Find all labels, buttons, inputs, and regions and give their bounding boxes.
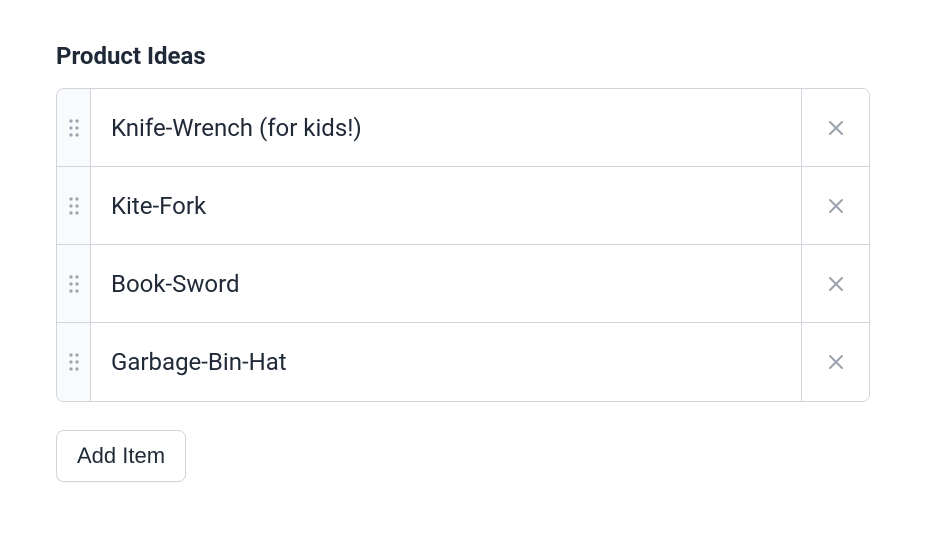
drag-handle-icon[interactable]: [57, 245, 91, 322]
section-title: Product Ideas: [56, 42, 870, 70]
remove-item-button[interactable]: [801, 167, 869, 244]
remove-item-button[interactable]: [801, 89, 869, 166]
list-item-label: Kite-Fork: [91, 167, 801, 244]
drag-handle-icon[interactable]: [57, 167, 91, 244]
remove-item-button[interactable]: [801, 245, 869, 322]
list-item: Garbage-Bin-Hat: [57, 323, 869, 401]
list-item: Kite-Fork: [57, 167, 869, 245]
list-item: Knife-Wrench (for kids!): [57, 89, 869, 167]
drag-handle-icon[interactable]: [57, 89, 91, 166]
list-item-label: Book-Sword: [91, 245, 801, 322]
remove-item-button[interactable]: [801, 323, 869, 401]
add-item-button[interactable]: Add Item: [56, 430, 186, 482]
list-item-label: Garbage-Bin-Hat: [91, 323, 801, 401]
product-ideas-list: Knife-Wrench (for kids!) Kite-Fork: [56, 88, 870, 402]
list-item-label: Knife-Wrench (for kids!): [91, 89, 801, 166]
drag-handle-icon[interactable]: [57, 323, 91, 401]
list-item: Book-Sword: [57, 245, 869, 323]
